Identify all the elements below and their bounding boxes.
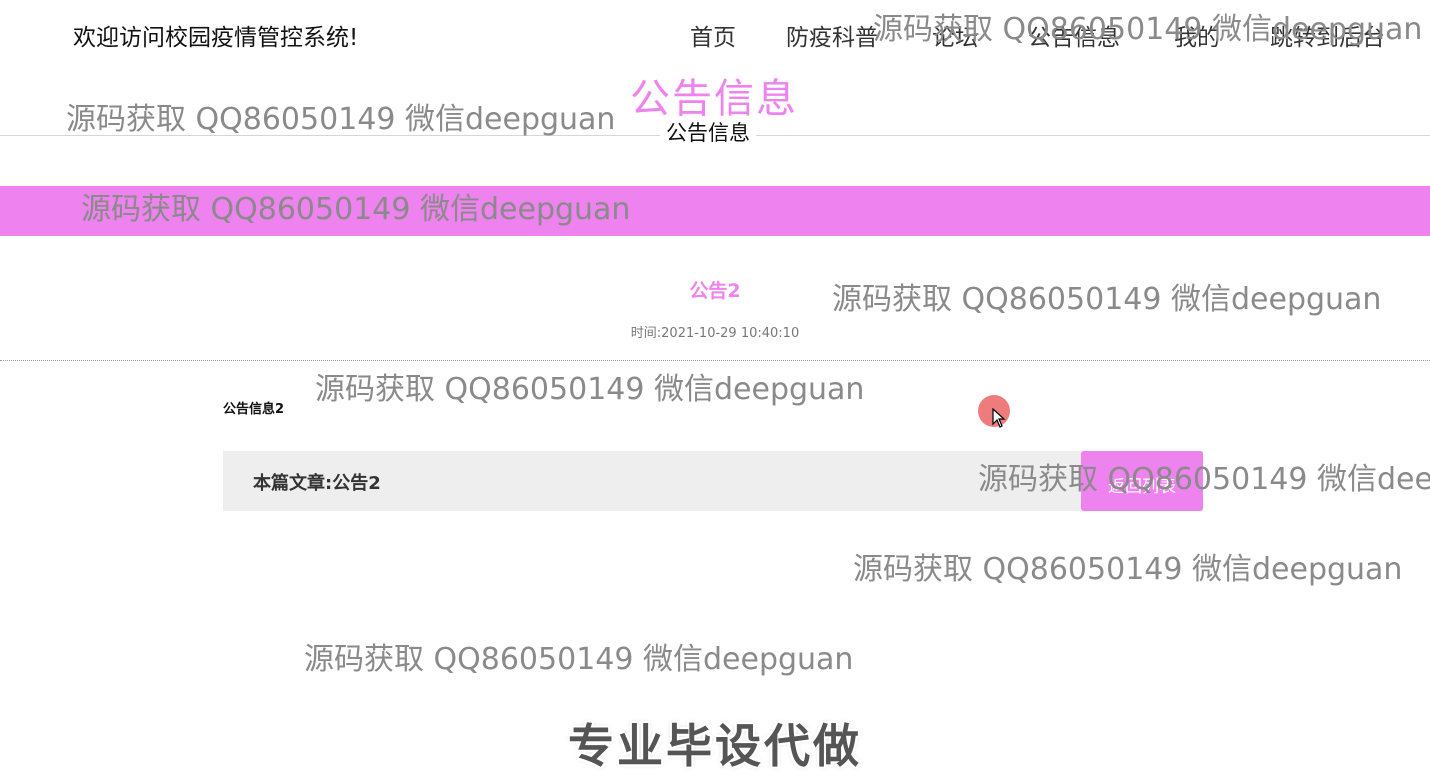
time-label: 时间: xyxy=(630,326,662,341)
nav-forum[interactable]: 论坛 xyxy=(932,18,978,52)
article-time: 时间:2021-10-29 10:40:10 xyxy=(0,322,1430,341)
article-content: 公告信息2 xyxy=(223,402,285,417)
nav-home[interactable]: 首页 xyxy=(690,18,736,52)
site-title: 欢迎访问校园疫情管控系统! xyxy=(73,25,359,51)
current-article-label: 本篇文章:公告2 xyxy=(253,469,381,495)
back-to-list-button[interactable]: 返回列表 xyxy=(1081,451,1203,511)
nav-announcements[interactable]: 公告信息 xyxy=(1028,18,1120,52)
watermark: 源码获取 QQ86050149 微信deepguan xyxy=(315,372,865,407)
promo-caption: 专业毕设代做 xyxy=(568,719,862,773)
banner xyxy=(0,186,1430,236)
current-article-title: 公告2 xyxy=(332,473,381,494)
article-title: 公告2 xyxy=(689,280,741,302)
article-divider xyxy=(0,360,1430,361)
watermark: 源码获取 QQ86050149 微信deepguan xyxy=(853,552,1403,587)
mouse-pointer-icon xyxy=(992,408,1006,428)
watermark: 源码获取 QQ86050149 微信deepguan xyxy=(304,642,854,677)
time-value: 2021-10-29 10:40:10 xyxy=(661,326,800,341)
nav-mine[interactable]: 我的 xyxy=(1174,18,1220,52)
watermark: 源码获取 QQ86050149 微信deepguan xyxy=(66,102,616,137)
nav-epidemic-science[interactable]: 防疫科普 xyxy=(786,18,878,52)
page-heading: 公告信息 xyxy=(630,76,798,122)
current-article-prefix: 本篇文章: xyxy=(253,473,333,494)
nav-backend[interactable]: 跳转到后台 xyxy=(1270,18,1385,52)
section-label: 公告信息 xyxy=(660,117,756,147)
